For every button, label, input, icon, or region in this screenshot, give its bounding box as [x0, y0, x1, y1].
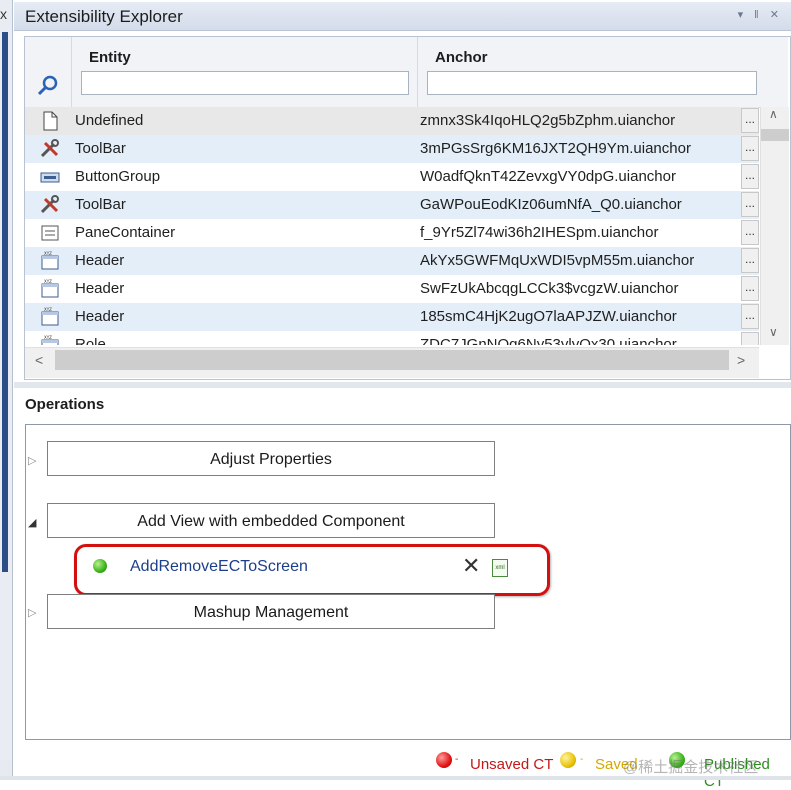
more-button[interactable]: ...	[741, 108, 759, 133]
anchor-cell: ZDC7JGnNQg6Ny53ylyQx30.uianchor	[420, 336, 677, 345]
column-anchor-label: Anchor	[435, 49, 488, 66]
scroll-down-icon[interactable]: ∨	[769, 325, 778, 339]
saved-dot-icon	[560, 752, 576, 768]
entity-filter-input[interactable]	[81, 71, 409, 95]
adjacent-window-scrollbar	[2, 32, 8, 572]
scroll-up-icon[interactable]: ∧	[769, 107, 778, 121]
more-button[interactable]: ...	[741, 136, 759, 161]
entity-cell: Header	[75, 280, 125, 297]
legend-unsaved: Unsaved CT	[470, 756, 554, 773]
anchor-cell: zmnx3Sk4IqoHLQ2g5bZphm.uianchor	[420, 112, 676, 129]
window-controls-icon[interactable]: ▾ ‖ ✕	[738, 8, 783, 21]
entity-cell: Undefined	[75, 112, 144, 129]
table-row[interactable]: ToolBar GaWPouEodKIz06umNfA_Q0.uianchor …	[25, 191, 759, 219]
search-cell[interactable]	[25, 37, 72, 107]
window-title: Extensibility Explorer	[25, 7, 183, 26]
extensibility-explorer-window: Extensibility Explorer ▾ ‖ ✕ Entity Anch…	[14, 0, 791, 790]
table-row[interactable]: PaneContainer f_9Yr5Zl74wi36h2IHESpm.uia…	[25, 219, 759, 247]
close-icon[interactable]: x	[0, 6, 7, 22]
table-row[interactable]: ToolBar 3mPGsSrg6KM16JXT2QH9Ym.uianchor …	[25, 135, 759, 163]
pane-container-icon	[41, 225, 59, 241]
scroll-thumb-horizontal[interactable]	[55, 350, 729, 370]
anchor-cell: W0adfQknT42ZevxgVY0dpG.uianchor	[420, 168, 676, 185]
watermark: @稀土掘金技术社区	[623, 759, 759, 776]
scroll-thumb[interactable]	[761, 129, 789, 141]
operation-add-view[interactable]: Add View with embedded Component	[47, 503, 495, 538]
svg-text:XYZ: XYZ	[44, 307, 52, 312]
anchor-cell: f_9Yr5Zl74wi36h2IHESpm.uianchor	[420, 224, 659, 241]
more-button[interactable]: ...	[741, 192, 759, 217]
entity-cell: ToolBar	[75, 140, 126, 157]
scroll-right-icon[interactable]: >	[737, 352, 745, 368]
grid-header: Entity Anchor	[25, 37, 788, 108]
search-icon[interactable]	[37, 75, 59, 97]
svg-text:XYZ: XYZ	[44, 251, 52, 256]
entity-cell: PaneContainer	[75, 224, 176, 241]
scroll-left-icon[interactable]: <	[35, 352, 43, 368]
header-icon: XYZ	[41, 279, 59, 298]
table-row[interactable]: ButtonGroup W0adfQknT42ZevxgVY0dpG.uianc…	[25, 163, 759, 191]
anchor-cell: AkYx5GWFMqUxWDI5vpM55m.uianchor	[420, 252, 695, 269]
title-bar: Extensibility Explorer ▾ ‖ ✕	[14, 2, 791, 31]
entity-anchor-grid: Entity Anchor Undefined zmnx3Sk4IqoHLQ2g…	[24, 36, 791, 380]
horizontal-scrollbar[interactable]: < >	[25, 347, 759, 378]
tools-icon	[40, 139, 59, 158]
adjacent-window-edge: x	[0, 0, 13, 780]
xml-file-icon[interactable]: xml	[492, 559, 508, 577]
ct-item-row[interactable]: AddRemoveECToScreen ✕ xml	[74, 544, 550, 596]
header-icon: XYZ	[41, 307, 59, 326]
pane-splitter[interactable]	[14, 382, 791, 388]
column-anchor[interactable]: Anchor	[419, 37, 769, 107]
tools-icon	[40, 195, 59, 214]
table-row[interactable]: XYZ Header 185smC4HjK2ugO7laAPJZW.uianch…	[25, 303, 759, 331]
header-icon: XYZ	[41, 335, 59, 345]
table-row[interactable]: XYZ Header AkYx5GWFMqUxWDI5vpM55m.uianch…	[25, 247, 759, 275]
entity-cell: Role	[75, 336, 106, 345]
delete-icon[interactable]: ✕	[462, 553, 480, 579]
entity-cell: ButtonGroup	[75, 168, 161, 185]
expand-arrow-icon[interactable]: ▷	[28, 454, 36, 467]
grid-rows: Undefined zmnx3Sk4IqoHLQ2g5bZphm.uiancho…	[25, 107, 759, 345]
more-button[interactable]: ...	[741, 164, 759, 189]
entity-cell: Header	[75, 252, 125, 269]
svg-text:XYZ: XYZ	[44, 335, 52, 340]
column-entity-label: Entity	[89, 49, 131, 66]
operations-label: Operations	[25, 396, 105, 413]
more-button[interactable]: ...	[741, 248, 759, 273]
anchor-filter-input[interactable]	[427, 71, 757, 95]
collapse-arrow-icon[interactable]: ◢	[28, 516, 36, 529]
table-row[interactable]: XYZ Header SwFzUkAbcqgLCCk3$vcgzW.uianch…	[25, 275, 759, 303]
operation-adjust-properties[interactable]: Adjust Properties	[47, 441, 495, 476]
more-button[interactable]: ...	[741, 276, 759, 301]
operation-mashup-management[interactable]: Mashup Management	[47, 594, 495, 629]
anchor-cell: SwFzUkAbcqgLCCk3$vcgzW.uianchor	[420, 280, 679, 297]
document-icon	[43, 111, 58, 131]
more-button[interactable]: ...	[741, 332, 759, 345]
published-status-icon	[93, 559, 107, 573]
anchor-cell: GaWPouEodKIz06umNfA_Q0.uianchor	[420, 196, 682, 213]
anchor-cell: 185smC4HjK2ugO7laAPJZW.uianchor	[420, 308, 677, 325]
unsaved-dot-icon	[436, 752, 452, 768]
header-icon: XYZ	[41, 251, 59, 270]
more-button[interactable]: ...	[741, 220, 759, 245]
table-row[interactable]: XYZ Role ZDC7JGnNQg6Ny53ylyQx30.uianchor…	[25, 331, 759, 345]
button-group-icon	[40, 172, 60, 183]
expand-arrow-icon[interactable]: ▷	[28, 606, 36, 619]
table-row[interactable]: Undefined zmnx3Sk4IqoHLQ2g5bZphm.uiancho…	[25, 107, 759, 135]
anchor-cell: 3mPGsSrg6KM16JXT2QH9Ym.uianchor	[420, 140, 691, 157]
column-entity[interactable]: Entity	[73, 37, 418, 107]
svg-text:XYZ: XYZ	[44, 279, 52, 284]
legend-separator: -	[580, 754, 584, 765]
entity-cell: Header	[75, 308, 125, 325]
more-button[interactable]: ...	[741, 304, 759, 329]
vertical-scrollbar[interactable]: ∧ ∨	[760, 107, 789, 345]
entity-cell: ToolBar	[75, 196, 126, 213]
ct-item-name[interactable]: AddRemoveECToScreen	[130, 558, 308, 576]
bottom-border	[0, 776, 791, 780]
legend-separator: -	[455, 754, 459, 765]
